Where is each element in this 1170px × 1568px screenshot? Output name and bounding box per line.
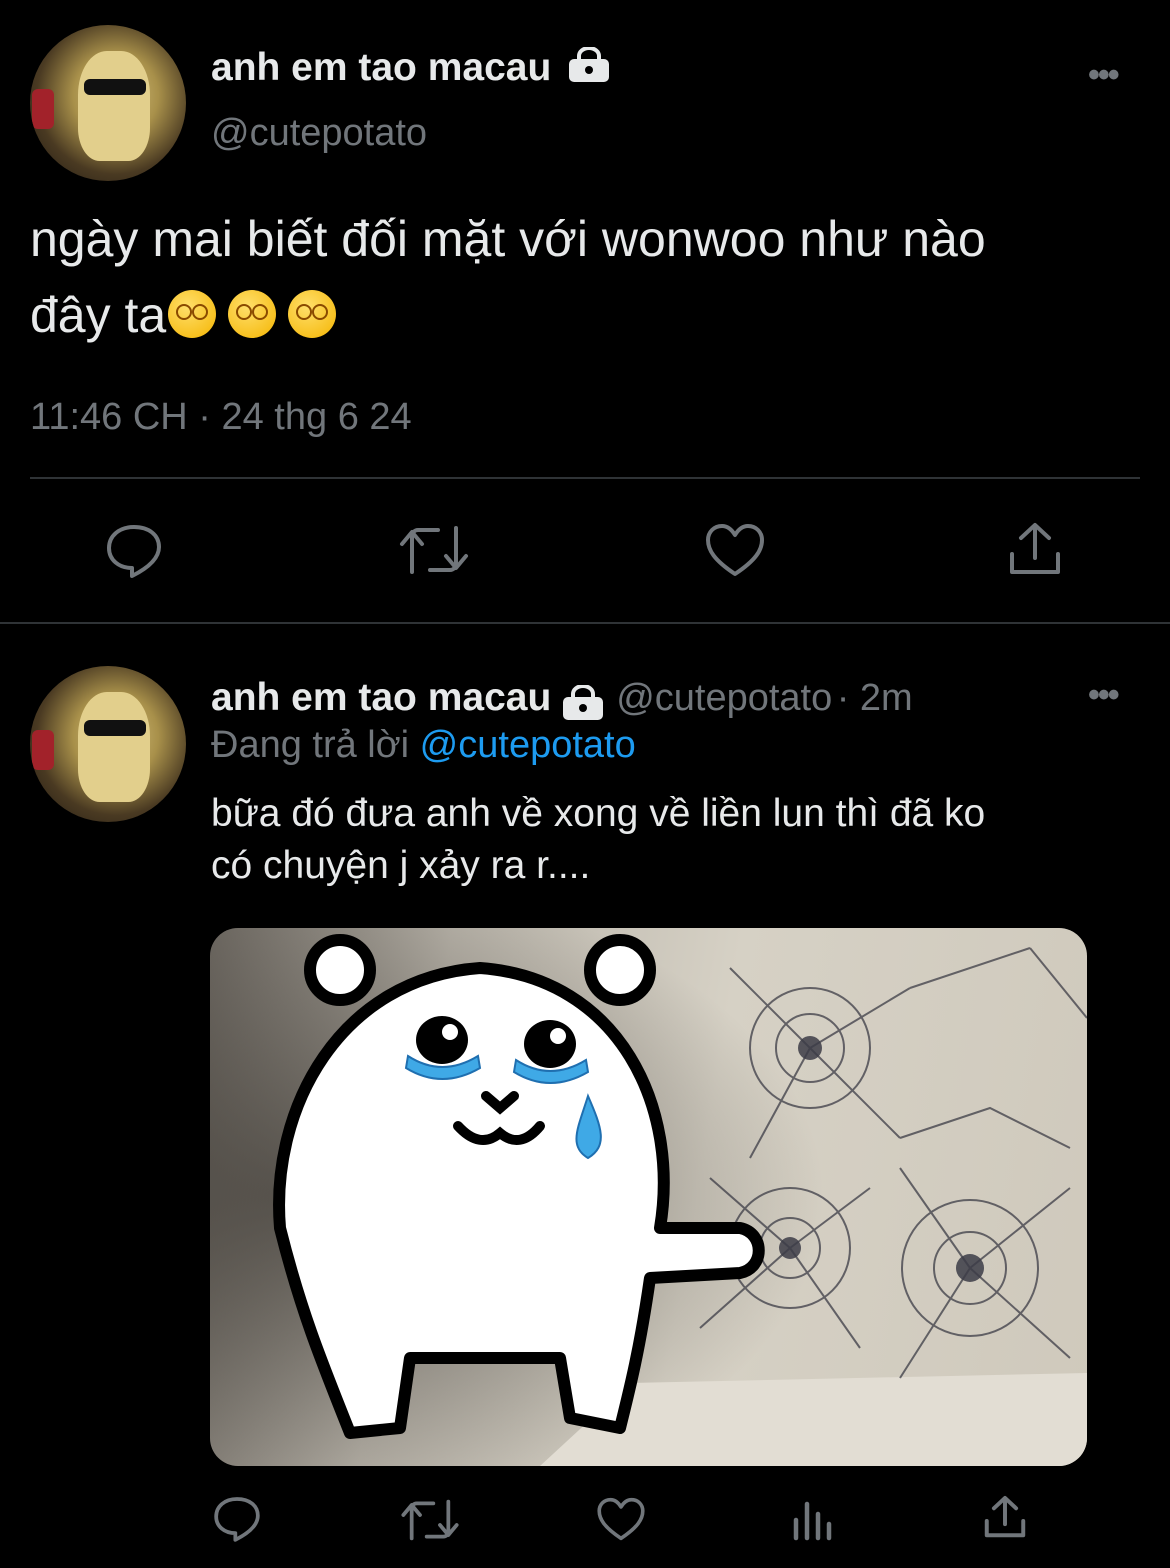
section-divider	[0, 622, 1170, 624]
like-icon[interactable]	[596, 1496, 646, 1542]
face-with-spiral-eyes-icon	[288, 290, 337, 338]
face-with-spiral-eyes-icon	[228, 290, 277, 338]
retweet-icon[interactable]	[398, 522, 470, 578]
avatar[interactable]	[30, 25, 186, 181]
more-options-icon[interactable]: •••	[1088, 56, 1120, 95]
reply-header: anh em tao macau @cutepotato · 2m	[211, 676, 913, 726]
reply-time[interactable]: · 2m	[837, 677, 913, 719]
reply-author-handle[interactable]: @cutepotato	[616, 677, 832, 719]
tweet-timestamp[interactable]: 11:46 CH · 24 thg 6 24	[30, 396, 412, 439]
reply-icon[interactable]	[104, 522, 164, 580]
replying-to-label: Đang trả lời	[211, 724, 410, 766]
face-with-spiral-eyes-icon	[168, 290, 217, 338]
reply-author-name[interactable]: anh em tao macau	[211, 676, 551, 719]
author-handle[interactable]: @cutepotato	[211, 112, 427, 155]
tweet-text-line: ngày mai biết đối mặt với wonwoo như nào	[30, 211, 986, 267]
author-name[interactable]: anh em tao macau	[211, 45, 610, 93]
views-icon[interactable]	[790, 1496, 834, 1542]
reply-more-options-icon[interactable]: •••	[1088, 676, 1120, 715]
author-name-text[interactable]: anh em tao macau	[211, 46, 551, 89]
replying-to: Đang trả lời @cutepotato	[211, 724, 636, 767]
tweet-text-line: đây ta	[30, 277, 1140, 353]
replying-to-link[interactable]: @cutepotato	[420, 724, 636, 766]
reply-text: bữa đó đưa anh về xong về liền lun thì đ…	[211, 788, 1111, 892]
share-icon[interactable]	[982, 1494, 1028, 1540]
tweet-media-image[interactable]	[210, 928, 1087, 1466]
reply-avatar[interactable]	[30, 666, 186, 822]
retweet-icon[interactable]	[400, 1496, 460, 1544]
tweet-text-fragment: đây ta	[30, 287, 167, 343]
share-icon[interactable]	[1006, 520, 1064, 578]
reply-icon[interactable]	[212, 1494, 262, 1544]
reply-text-line: có chuyện j xảy ra r....	[211, 844, 591, 887]
reply-text-line: bữa đó đưa anh về xong về liền lun thì đ…	[211, 792, 986, 835]
lock-icon	[568, 45, 610, 93]
divider	[30, 477, 1140, 479]
like-icon[interactable]	[704, 522, 766, 578]
lock-icon	[562, 684, 604, 726]
tweet-text: ngày mai biết đối mặt với wonwoo như nào…	[30, 201, 1140, 353]
